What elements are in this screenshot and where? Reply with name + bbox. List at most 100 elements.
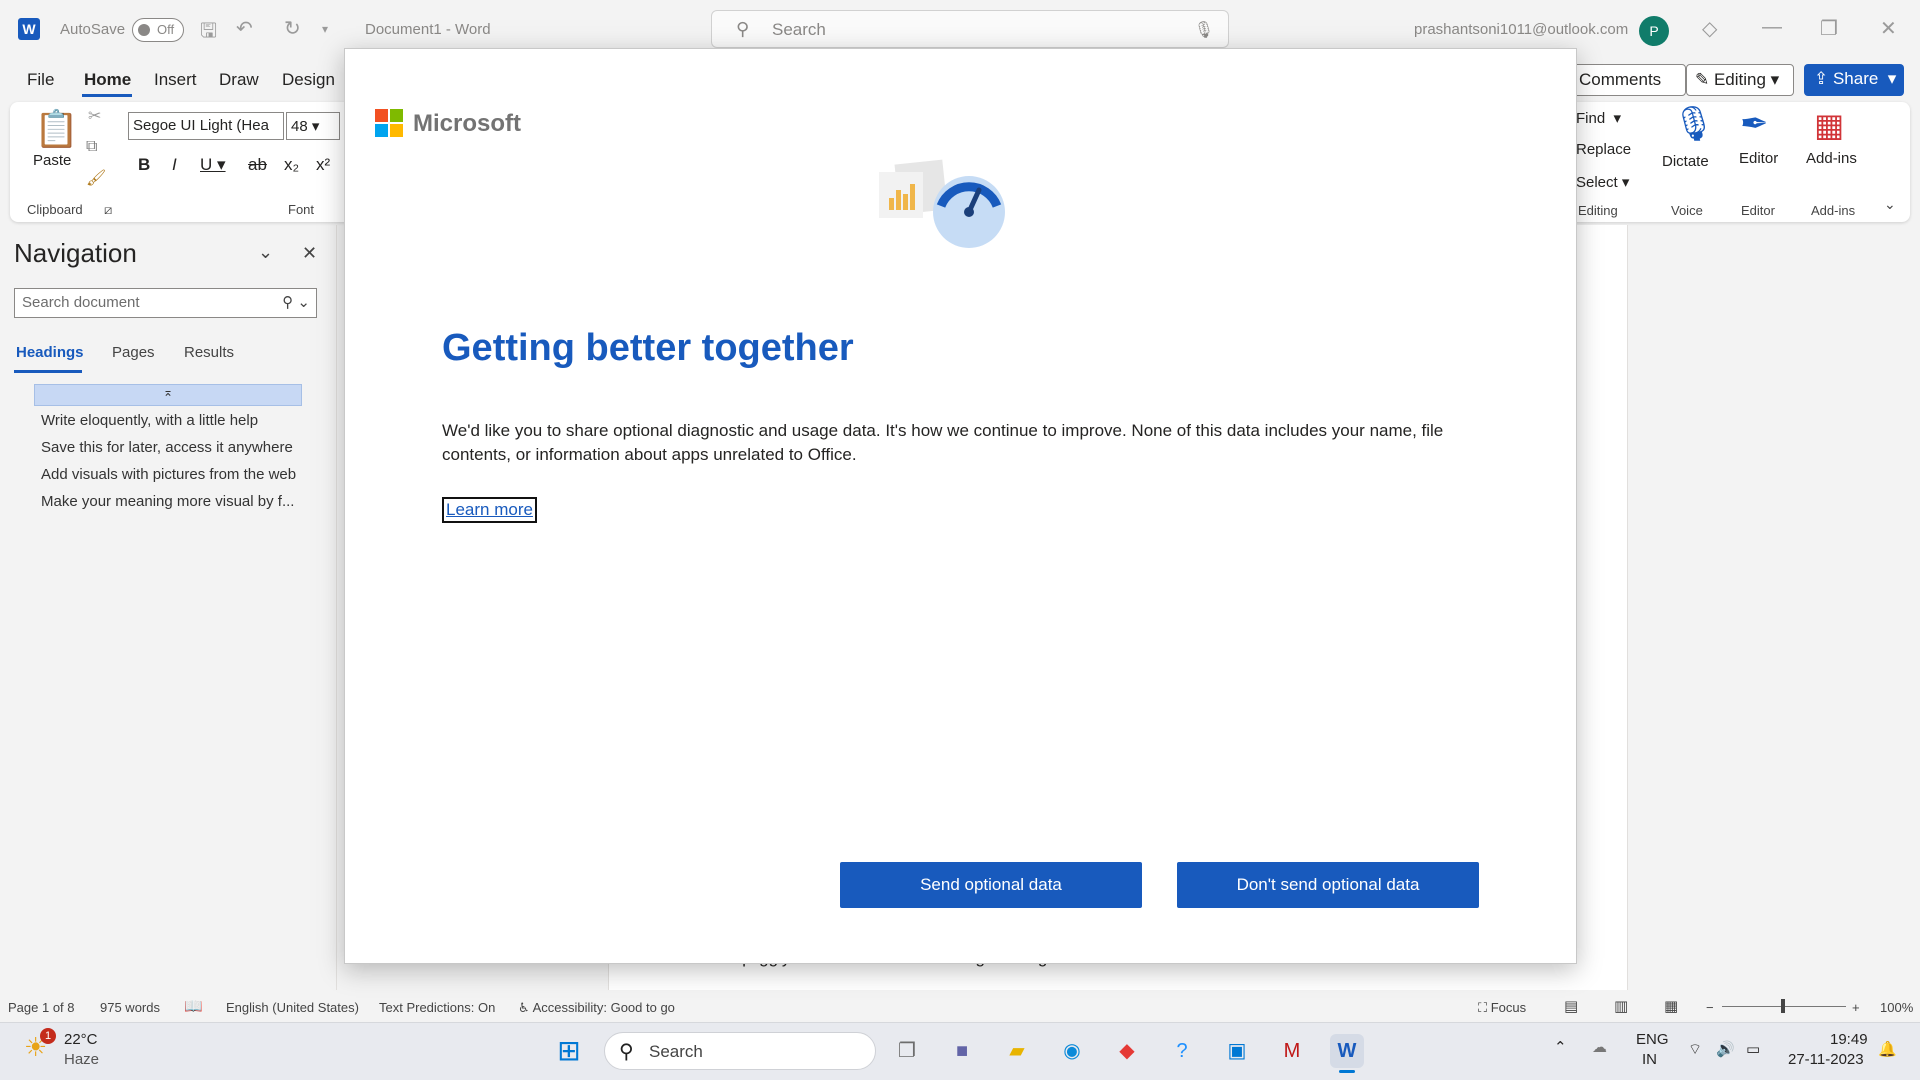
tray-overflow-chevron-icon[interactable]: ⌃	[1554, 1038, 1567, 1056]
autosave-toggle[interactable]: Off	[132, 18, 184, 42]
battery-icon[interactable]: ▭	[1746, 1040, 1760, 1058]
taskbar-search[interactable]: ⚲ Search	[604, 1032, 876, 1070]
paste-icon[interactable]: 📋	[34, 108, 79, 150]
clock-time[interactable]: 19:49	[1830, 1031, 1868, 1048]
account-email[interactable]: prashantsoni1011@outlook.com	[1414, 21, 1628, 38]
comments-button[interactable]: Comments	[1570, 64, 1686, 96]
task-view-icon[interactable]: ❐	[890, 1034, 924, 1068]
word-taskbar-icon[interactable]: W	[1330, 1034, 1364, 1068]
focus-button[interactable]: ⛶ Focus	[1478, 1000, 1526, 1016]
nav-selected-heading[interactable]: ⌅	[34, 384, 302, 406]
restore-icon[interactable]: ❐	[1820, 16, 1838, 41]
language-bottom[interactable]: IN	[1642, 1051, 1657, 1068]
zoom-slider-thumb[interactable]	[1781, 999, 1785, 1013]
nav-tab-results[interactable]: Results	[184, 344, 234, 361]
dialog-launcher-icon[interactable]: ⧄	[104, 202, 112, 218]
close-icon[interactable]: ✕	[1880, 16, 1897, 41]
app-diamond-icon[interactable]: ◆	[1110, 1034, 1144, 1068]
search-icon[interactable]: ⚲ ⌄	[282, 293, 310, 311]
teams-chat-icon[interactable]: ■	[945, 1034, 979, 1068]
zoom-level[interactable]: 100%	[1880, 1000, 1913, 1015]
accessibility-status[interactable]: ♿ Accessibility: Good to go	[518, 1000, 675, 1016]
volume-icon[interactable]: 🔊	[1716, 1040, 1735, 1058]
zoom-out-icon[interactable]: −	[1706, 1000, 1714, 1015]
tab-design[interactable]: Design	[282, 70, 335, 90]
avatar[interactable]: P	[1639, 16, 1669, 46]
page-count[interactable]: Page 1 of 8	[8, 1000, 75, 1015]
nav-heading-item[interactable]: Save this for later, access it anywhere	[41, 439, 293, 456]
voice-group-label: Voice	[1671, 203, 1703, 218]
save-icon[interactable]: 🖫	[200, 16, 217, 50]
nav-close-icon[interactable]: ✕	[302, 243, 317, 264]
nav-heading-item[interactable]: Make your meaning more visual by f...	[41, 493, 294, 510]
zoom-in-icon[interactable]: +	[1852, 1000, 1860, 1015]
paste-button[interactable]: Paste	[33, 152, 71, 169]
find-button[interactable]: Find ▾	[1576, 109, 1621, 127]
start-windows-icon[interactable]: ⊞	[552, 1034, 586, 1068]
cut-icon[interactable]: ✂	[88, 106, 101, 126]
wifi-icon[interactable]: ⌔	[1688, 1040, 1702, 1059]
tab-home[interactable]: Home	[84, 70, 131, 90]
bold-button[interactable]: B	[138, 155, 150, 175]
customize-toolbar-icon[interactable]: ▾	[322, 22, 328, 36]
nav-heading-item[interactable]: Write eloquently, with a little help	[41, 412, 258, 429]
notification-bell-icon[interactable]: 🔔	[1878, 1040, 1897, 1058]
strikethrough-button[interactable]: ab	[248, 155, 267, 175]
help-icon[interactable]: ?	[1165, 1034, 1199, 1068]
tab-insert[interactable]: Insert	[154, 70, 197, 90]
nav-heading-item[interactable]: Add visuals with pictures from the web	[41, 466, 296, 483]
store-icon[interactable]: ▣	[1220, 1034, 1254, 1068]
word-count[interactable]: 975 words	[100, 1000, 160, 1015]
weather-temperature[interactable]: 22°C	[64, 1031, 98, 1048]
minimize-icon[interactable]: —	[1762, 16, 1782, 39]
edge-browser-icon[interactable]: ◉	[1055, 1034, 1089, 1068]
search-input[interactable]: ⚲ Search 🎙	[711, 10, 1229, 48]
add-ins-button[interactable]: Add-ins	[1806, 150, 1857, 167]
font-size-select[interactable]: 48 ▾	[286, 112, 340, 140]
nav-options-chevron-icon[interactable]: ⌄	[258, 242, 273, 263]
dont-send-optional-data-button[interactable]: Don't send optional data	[1177, 862, 1479, 908]
language-top[interactable]: ENG	[1636, 1031, 1669, 1048]
ribbon-collapse-icon[interactable]: ⌄	[1884, 196, 1896, 213]
search-document-input[interactable]: Search document ⚲ ⌄	[14, 288, 317, 318]
web-layout-icon[interactable]: ▦	[1664, 997, 1678, 1015]
proofing-icon[interactable]: 📖	[184, 997, 203, 1015]
format-painter-icon[interactable]: 🖌	[86, 168, 106, 188]
learn-more-link[interactable]: Learn more	[442, 497, 537, 523]
editor-pen-icon[interactable]: ✒	[1740, 104, 1769, 144]
editing-mode-button[interactable]: ✎ Editing ▾	[1686, 64, 1794, 96]
nav-tab-headings[interactable]: Headings	[16, 344, 84, 361]
mcafee-icon[interactable]: M	[1275, 1034, 1309, 1068]
tab-draw[interactable]: Draw	[219, 70, 259, 90]
redo-icon[interactable]: ↻	[284, 16, 301, 41]
file-explorer-icon[interactable]: ▰	[1000, 1034, 1034, 1068]
microphone-icon[interactable]: 🎙	[1194, 20, 1214, 40]
tab-file[interactable]: File	[27, 70, 54, 90]
undo-icon[interactable]: ↶	[236, 16, 253, 41]
font-name-select[interactable]: Segoe UI Light (Hea	[128, 112, 284, 140]
superscript-button[interactable]: x²	[316, 155, 330, 175]
copy-icon[interactable]: ⧉	[86, 138, 97, 156]
select-button[interactable]: Select ▾	[1576, 173, 1629, 191]
clock-date[interactable]: 27-11-2023	[1788, 1051, 1864, 1068]
logo-square-green	[390, 109, 403, 122]
editor-button[interactable]: Editor	[1739, 150, 1778, 167]
dictate-button[interactable]: Dictate	[1662, 153, 1709, 170]
language-status[interactable]: English (United States)	[226, 1000, 359, 1015]
microphone-icon[interactable]: 🎙	[1672, 104, 1715, 144]
subscript-button[interactable]: x₂	[284, 155, 299, 175]
send-optional-data-button[interactable]: Send optional data	[840, 862, 1142, 908]
print-layout-icon[interactable]: ▥	[1614, 997, 1628, 1015]
nav-tab-pages[interactable]: Pages	[112, 344, 155, 361]
read-mode-icon[interactable]: ▤	[1564, 997, 1578, 1015]
underline-button[interactable]: U ▾	[200, 155, 226, 175]
diamond-icon[interactable]: ◇	[1702, 16, 1717, 41]
share-button[interactable]: ⇪ Share ▾	[1804, 64, 1904, 96]
font-name-value: Segoe UI Light (Hea	[133, 117, 269, 134]
text-predictions-status[interactable]: Text Predictions: On	[379, 1000, 495, 1015]
italic-button[interactable]: I	[172, 155, 177, 175]
cloud-offline-icon[interactable]: ☁	[1592, 1038, 1607, 1056]
replace-button[interactable]: Replace	[1576, 141, 1631, 158]
weather-description[interactable]: Haze	[64, 1051, 99, 1068]
add-ins-icon[interactable]: ▦	[1814, 106, 1844, 144]
